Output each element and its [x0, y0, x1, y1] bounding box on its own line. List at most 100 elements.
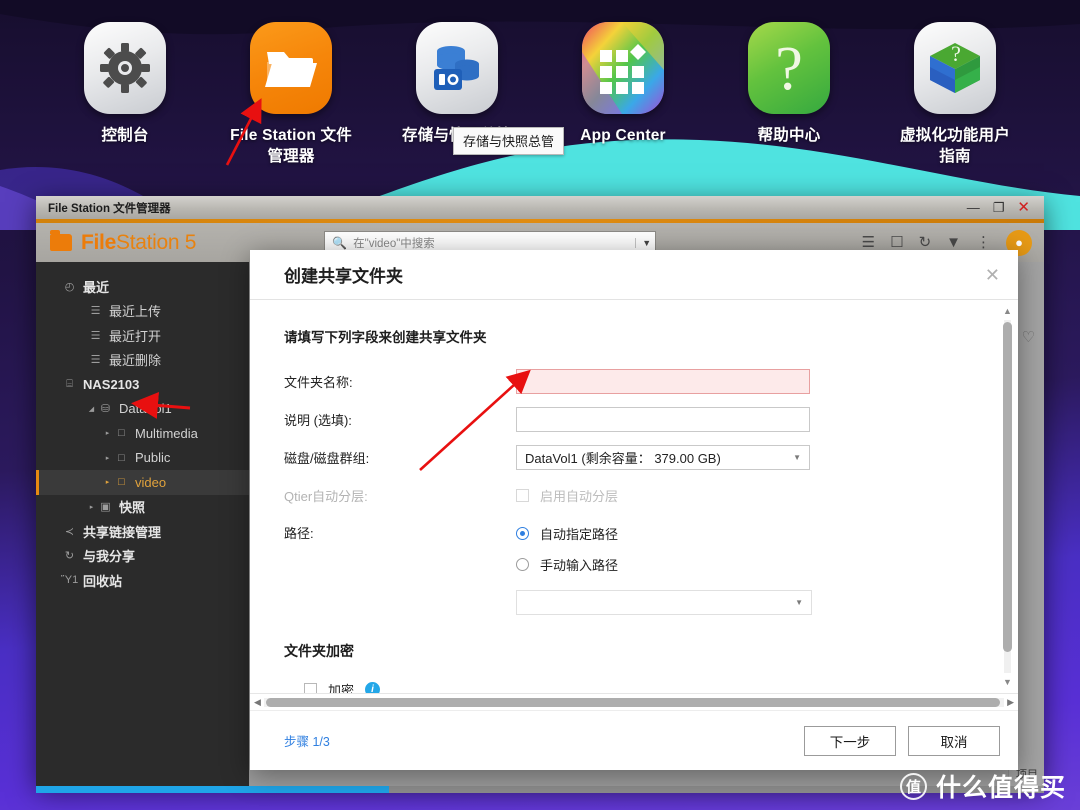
- radio-auto-path[interactable]: 自动指定路径: [516, 521, 618, 546]
- remote-connect-icon[interactable]: ☐: [890, 235, 903, 250]
- encrypt-checkbox[interactable]: [304, 683, 317, 693]
- tree-toggle-arrow[interactable]: ▸: [102, 454, 113, 462]
- scroll-down-arrow[interactable]: ▼: [1001, 677, 1014, 687]
- info-icon[interactable]: i: [365, 682, 381, 693]
- desktop: 控制台 File Station 文件管理器 App Center ? 帮助中心…: [0, 0, 1080, 810]
- logo-bold-text: File: [81, 230, 116, 254]
- sidebar-item-label: DataVol1: [119, 401, 172, 417]
- sidebar-item-NAS2103[interactable]: ⌸ NAS2103: [36, 372, 249, 397]
- encryption-heading: 文件夹加密: [284, 643, 354, 659]
- radio-label: 手动输入路径: [540, 558, 619, 573]
- dialog-header: 创建共享文件夹 ✕: [250, 250, 1018, 300]
- chevron-down-icon: ▼: [795, 598, 803, 607]
- maximize-button[interactable]: ❐: [993, 201, 1005, 214]
- field-label: 文件夹名称:: [284, 375, 353, 390]
- scroll-right-arrow[interactable]: ▶: [1007, 697, 1014, 708]
- desktop-icon-file-station[interactable]: File Station 文件管理器: [229, 22, 353, 168]
- volume-select[interactable]: DataVol1 (剩余容量： 379.00 GB) ▼: [516, 445, 810, 470]
- heart-icon[interactable]: ♡: [1022, 328, 1035, 346]
- encrypt-checkbox-row[interactable]: 加密 i: [304, 680, 1018, 693]
- create-shared-folder-dialog: 创建共享文件夹 ✕ 请填写下列字段来创建共享文件夹 文件夹名称: 说明 (选填)…: [250, 250, 1018, 770]
- sidebar-item-回收站[interactable]: Ὕ1 回收站: [36, 568, 249, 593]
- sidebar-item-label: 回收站: [83, 573, 123, 589]
- sidebar-item-label: Multimedia: [135, 425, 198, 441]
- close-icon[interactable]: ✕: [985, 266, 1000, 284]
- cancel-button[interactable]: 取消: [908, 725, 1000, 756]
- filter-icon[interactable]: ▼: [946, 235, 961, 250]
- tree-toggle-arrow[interactable]: ▸: [102, 478, 113, 486]
- dialog-subtitle: 请填写下列字段来创建共享文件夹: [284, 330, 487, 345]
- folder-icon: □: [118, 451, 125, 464]
- share-icon: ≺: [64, 525, 75, 538]
- encryption-section: 文件夹加密 加密 i 请输入密码: [284, 641, 1018, 693]
- sidebar-item-DataVol1[interactable]: ◢ ⛁ DataVol1: [36, 397, 249, 422]
- dialog-title: 创建共享文件夹: [284, 267, 403, 286]
- sidebar-item-最近打开[interactable]: ☰ 最近打开: [36, 323, 249, 348]
- field-path: 路径: 自动指定路径 手动输入路径: [284, 521, 1018, 577]
- desktop-icon-virtualization-guide[interactable]: ? 虚拟化功能用户指南: [893, 22, 1017, 168]
- folder-name-input[interactable]: [516, 369, 810, 394]
- description-input[interactable]: [516, 407, 810, 432]
- window-progress-bar: [36, 786, 1044, 793]
- sidebar-item-label: NAS2103: [83, 376, 140, 392]
- path-radio-group: 自动指定路径 手动输入路径: [516, 521, 618, 577]
- sidebar-item-Multimedia[interactable]: ▸ □ Multimedia: [36, 421, 249, 446]
- sidebar-item-最近[interactable]: ◴ 最近: [36, 274, 249, 299]
- sidebar-item-video[interactable]: ▸ □ video: [36, 470, 249, 495]
- window-controls: — ❐ ✕: [967, 200, 1038, 215]
- svg-text:?: ?: [775, 37, 803, 99]
- dialog-buttons: 下一步 取消: [804, 725, 1000, 756]
- storage-tooltip: 存储与快照总管: [453, 127, 565, 155]
- list-icon: ☰: [90, 329, 101, 342]
- refresh-icon[interactable]: ↻: [919, 235, 932, 250]
- sidebar-item-共享链接管理[interactable]: ≺ 共享链接管理: [36, 519, 249, 544]
- field-volume: 磁盘/磁盘群组: DataVol1 (剩余容量： 379.00 GB) ▼: [284, 445, 1018, 470]
- path-select[interactable]: ▼: [516, 590, 812, 615]
- sidebar-item-label: 最近删除: [109, 353, 162, 369]
- sidebar-item-label: 最近: [83, 279, 110, 295]
- snapshot-icon: ▣: [100, 501, 111, 514]
- next-button[interactable]: 下一步: [804, 725, 896, 756]
- sidebar-item-最近上传[interactable]: ☰ 最近上传: [36, 299, 249, 324]
- desktop-icon-app-center[interactable]: App Center: [561, 22, 685, 168]
- tree-toggle-arrow[interactable]: ◢: [86, 405, 97, 413]
- scroll-left-arrow[interactable]: ◀: [254, 697, 261, 708]
- volume-icon: ⛁: [100, 403, 111, 416]
- watermark-text: 什么值得买: [935, 774, 1066, 802]
- window-titlebar[interactable]: File Station 文件管理器 — ❐ ✕: [36, 196, 1044, 219]
- dialog-vertical-scrollbar[interactable]: ▲ ▼: [1001, 306, 1014, 687]
- list-icon: ☰: [90, 305, 101, 318]
- radio-button-selected[interactable]: [516, 527, 529, 540]
- desktop-icon-help-center[interactable]: ? 帮助中心: [727, 22, 851, 168]
- tree-toggle-arrow[interactable]: ▸: [86, 503, 97, 511]
- dialog-horizontal-scrollbar[interactable]: ◀ ▶: [250, 693, 1018, 710]
- field-path-select: ▼: [284, 590, 1018, 615]
- tree-toggle-arrow[interactable]: ▸: [102, 429, 113, 437]
- scrollbar-thumb[interactable]: [1003, 322, 1012, 652]
- hscrollbar-track[interactable]: [263, 697, 1005, 707]
- more-menu-icon[interactable]: ⋮: [976, 235, 991, 250]
- sidebar-item-最近删除[interactable]: ☰ 最近删除: [36, 348, 249, 373]
- gear-icon: [84, 22, 166, 114]
- radio-button[interactable]: [516, 558, 529, 571]
- field-qtier: Qtier自动分层: 启用自动分层: [284, 483, 1018, 508]
- radio-label: 自动指定路径: [540, 527, 619, 542]
- search-dropdown-caret[interactable]: ▼: [635, 237, 651, 248]
- sidebar-item-快照[interactable]: ▸ ▣ 快照: [36, 495, 249, 520]
- server-icon: ⌸: [66, 377, 73, 390]
- sidebar-item-label: video: [135, 474, 167, 490]
- upload-icon[interactable]: ☰: [862, 235, 875, 250]
- desktop-icon-control-panel[interactable]: 控制台: [63, 22, 187, 168]
- cube-question-icon: ?: [914, 22, 996, 114]
- radio-manual-path[interactable]: 手动输入路径: [516, 552, 618, 577]
- desktop-icon-label: 控制台: [101, 127, 149, 144]
- chevron-down-icon: ▼: [793, 453, 801, 462]
- scroll-up-arrow[interactable]: ▲: [1001, 306, 1014, 316]
- sidebar-item-与我分享[interactable]: ↻ 与我分享: [36, 544, 249, 569]
- svg-text:?: ?: [951, 41, 961, 66]
- minimize-button[interactable]: —: [967, 201, 980, 214]
- hscrollbar-thumb[interactable]: [265, 697, 1001, 707]
- sidebar-item-Public[interactable]: ▸ □ Public: [36, 446, 249, 471]
- close-button[interactable]: ✕: [1017, 200, 1030, 215]
- desktop-icon-label: App Center: [580, 127, 666, 144]
